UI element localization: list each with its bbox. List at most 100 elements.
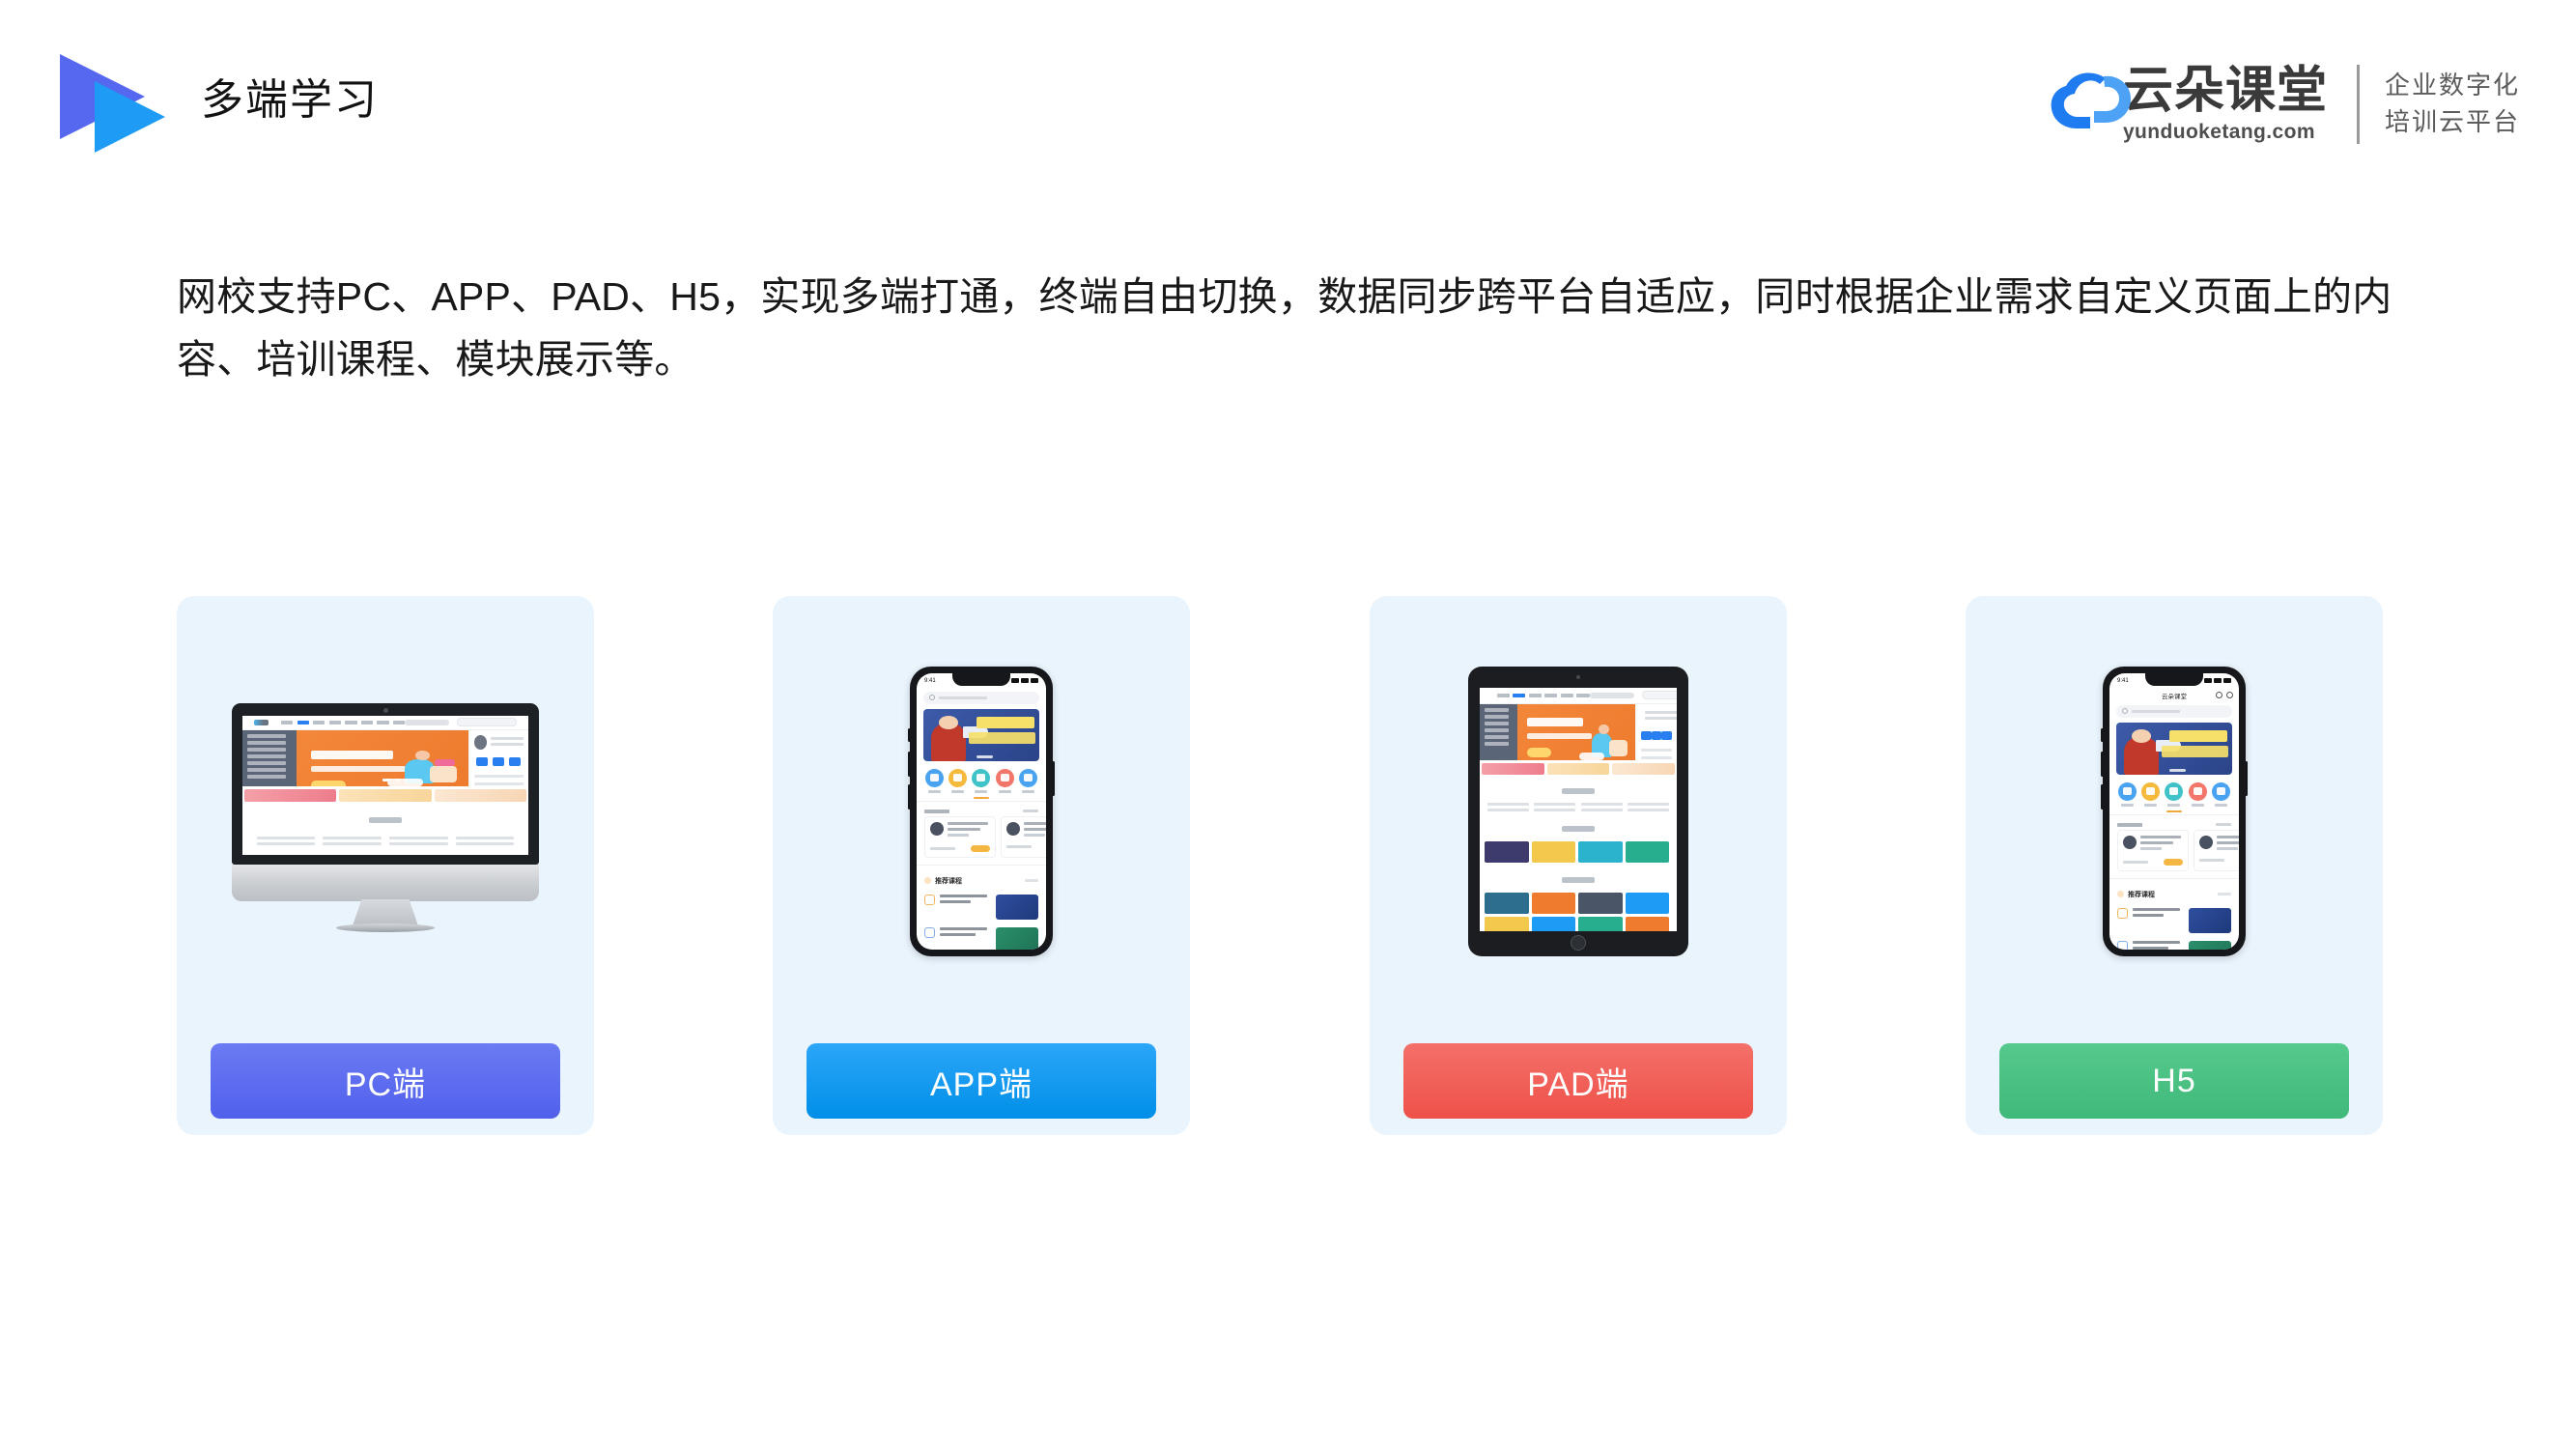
- quick-icon: [1651, 731, 1662, 741]
- website-mock-pad: [1480, 687, 1677, 931]
- quick-icon: [509, 757, 522, 767]
- clock-icon: [2117, 907, 2128, 919]
- course-tile: [1578, 840, 1623, 863]
- wifi-icon: [2214, 678, 2222, 683]
- website-search-input: [1641, 691, 1677, 700]
- section-title-bar: [1562, 876, 1595, 883]
- course-title-line: [948, 827, 980, 831]
- brand-tagline-line2: 培训云平台: [2384, 107, 2520, 136]
- brand-lockup: 云朵课堂 yunduoketang.com 企业数字化 培训云平台: [2048, 50, 2520, 158]
- imac-desktop-monitor-icon: [232, 702, 539, 932]
- imac-chin: [232, 864, 539, 901]
- banner-person-head: [2131, 729, 2151, 744]
- brand-divider: [2356, 65, 2360, 144]
- category-item-live: [995, 768, 1014, 793]
- section-marker: [2117, 891, 2124, 897]
- ipad-tablet-icon: [1468, 666, 1688, 956]
- nav-link: [345, 720, 357, 724]
- website-nav-right: [1589, 691, 1677, 700]
- ipad-home-button[interactable]: [1571, 934, 1586, 951]
- course-status-badge: [2164, 858, 2183, 866]
- open-course-section-header: [917, 804, 1046, 816]
- category-item-live: [2188, 781, 2207, 807]
- course-title-line: [1024, 821, 1046, 825]
- website-hero: [242, 730, 528, 802]
- open-course-list: [2109, 829, 2239, 871]
- phone-body: 9:41 推荐课程: [910, 666, 1053, 956]
- course-time: [2199, 858, 2224, 862]
- course-card-footer: [2199, 858, 2239, 862]
- schedule-icon: [2141, 781, 2161, 801]
- close-circle-icon: [2226, 692, 2233, 698]
- recommend-title: 推荐课程: [935, 877, 962, 885]
- user-meta: [1645, 710, 1677, 723]
- recommend-item: [917, 891, 1046, 923]
- course-card-footer: [1006, 844, 1046, 848]
- course-tile: [1485, 840, 1529, 863]
- platform-card-h5[interactable]: 9:41 云朵课堂 推荐课程 H5: [1966, 596, 2383, 1135]
- banner-title-line1: [977, 717, 1035, 728]
- sidebar-item: [247, 775, 286, 780]
- category-label: [927, 789, 941, 793]
- course-title-line: [948, 821, 988, 825]
- imac-stand-base: [336, 923, 435, 932]
- course-title: [1580, 808, 1623, 811]
- website-navbar: [1480, 687, 1677, 705]
- battery-icon: [2223, 678, 2231, 683]
- slide-header: 多端学习 云朵课堂 yunduoketang.com 企业数字化 培训云平台: [0, 0, 2576, 184]
- course-status-badge: [971, 844, 990, 852]
- rec-line: [2133, 940, 2180, 944]
- category-item-schedule: [948, 768, 968, 793]
- platform-button-app[interactable]: APP端: [807, 1043, 1156, 1119]
- teacher-avatar: [2123, 835, 2137, 849]
- platform-button-pc[interactable]: PC端: [211, 1043, 560, 1119]
- battery-icon: [1031, 678, 1038, 683]
- nav-link: [393, 720, 406, 724]
- device-preview-pad: [1370, 596, 1787, 1026]
- platform-card-pc[interactable]: PC端: [177, 596, 594, 1135]
- course-card-row: [930, 821, 990, 839]
- category-label: [998, 789, 1011, 793]
- ipad-body: [1468, 666, 1688, 956]
- course-tile: [1531, 916, 1575, 931]
- phone-screen: 9:41 推荐课程: [917, 672, 1046, 950]
- course-title: [323, 841, 382, 845]
- platform-button-h5[interactable]: H5: [1999, 1043, 2349, 1119]
- sidebar-item: [247, 734, 286, 739]
- course-card-row: [2123, 835, 2183, 853]
- course-time: [930, 846, 955, 850]
- phone-notch: [2145, 672, 2203, 686]
- star-icon: [972, 768, 991, 787]
- category-page-indicator: [2166, 810, 2182, 812]
- course-title: [455, 841, 515, 845]
- website-nav-links: [281, 720, 406, 724]
- recommend-meta: [940, 894, 991, 907]
- notice-item: [1641, 749, 1672, 753]
- website-hero: [1480, 704, 1677, 768]
- quick-icon: [1661, 731, 1672, 741]
- nav-link: [1496, 693, 1510, 697]
- nav-link: [313, 720, 326, 724]
- play-triangle-logo-icon: [54, 54, 165, 160]
- wifi-icon: [1021, 678, 1029, 683]
- website-course-grid: [1480, 890, 1677, 931]
- course-item: [323, 836, 382, 848]
- imac-screen: [242, 715, 528, 855]
- clock-icon: [2117, 940, 2128, 950]
- promo-banner: [1546, 763, 1610, 775]
- platform-card-pad[interactable]: PAD端: [1370, 596, 1787, 1135]
- platform-card-app[interactable]: 9:41 推荐课程 APP端: [773, 596, 1190, 1135]
- quick-icon: [1641, 731, 1652, 741]
- user-meta: [491, 736, 524, 749]
- signal-icon: [1011, 678, 1019, 683]
- category-label: [2144, 803, 2158, 807]
- teacher-avatar: [2199, 835, 2213, 849]
- promo-banner: [1482, 763, 1544, 775]
- course-title: [1534, 808, 1576, 811]
- document-icon: [1019, 768, 1038, 787]
- avatar: [473, 735, 487, 751]
- banner-illustration: [1574, 715, 1628, 761]
- website-course-grid: [1480, 838, 1677, 866]
- platform-button-pad[interactable]: PAD端: [1403, 1043, 1753, 1119]
- recommend-meta: [2133, 940, 2184, 950]
